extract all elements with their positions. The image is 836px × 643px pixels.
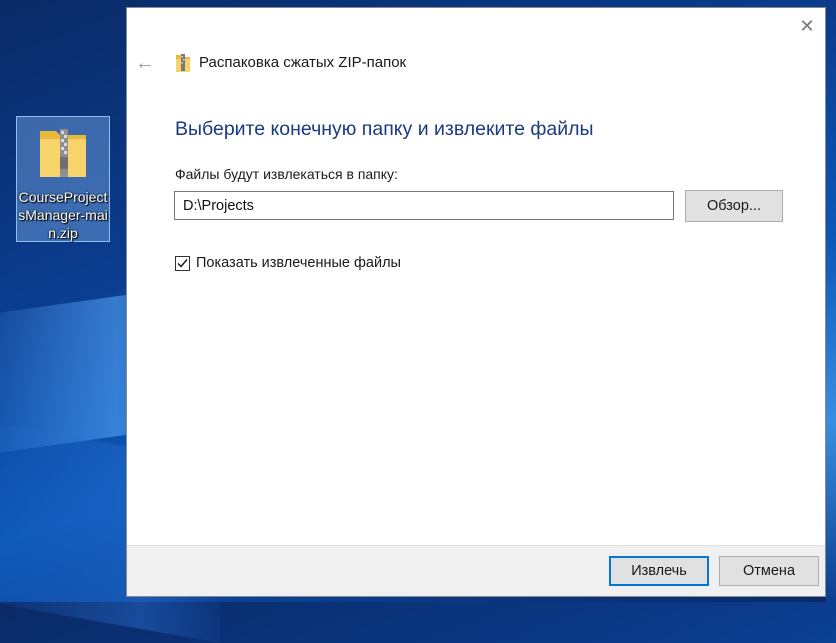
wallpaper-right-strip xyxy=(826,0,836,602)
dialog-title: Распаковка сжатых ZIP-папок xyxy=(199,54,407,71)
cancel-button[interactable]: Отмена xyxy=(719,556,819,586)
desktop-icon-label: CourseProjectsManager-main.zip xyxy=(18,189,108,241)
back-arrow-icon[interactable]: ← xyxy=(135,52,157,74)
destination-path-label: Файлы будут извлекаться в папку: xyxy=(175,166,398,182)
checkmark-icon xyxy=(177,259,188,268)
instruction-heading: Выберите конечную папку и извлеките файл… xyxy=(175,118,594,140)
extract-dialog: ✕ ← Распаковка сжатых ZIP-папок Выберите… xyxy=(126,7,826,597)
destination-path-input[interactable] xyxy=(174,191,674,220)
close-icon[interactable]: ✕ xyxy=(797,16,817,36)
desktop-zip-file[interactable]: CourseProjectsManager-main.zip xyxy=(16,116,110,242)
browse-button[interactable]: Обзор... xyxy=(685,190,783,222)
show-files-label: Показать извлеченные файлы xyxy=(196,255,401,271)
dialog-footer: Извлечь Отмена xyxy=(127,545,825,596)
zip-folder-small-icon xyxy=(176,54,190,72)
zip-folder-icon xyxy=(40,129,86,177)
extract-button[interactable]: Извлечь xyxy=(609,556,709,586)
show-files-checkbox[interactable] xyxy=(175,256,190,271)
